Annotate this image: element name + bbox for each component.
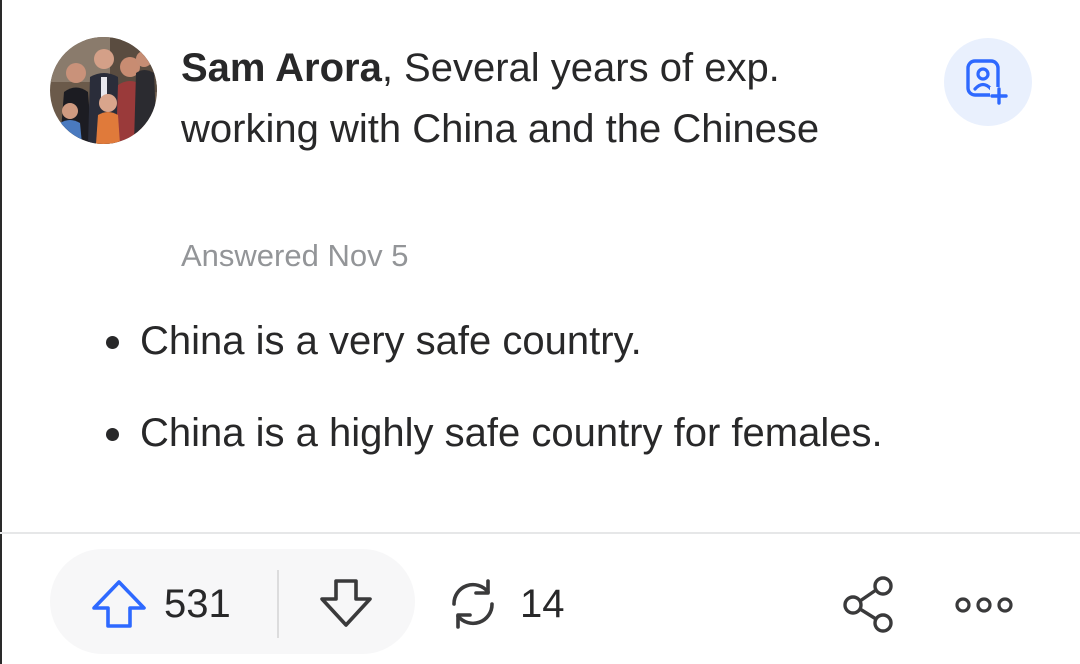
answer-date[interactable]: Answered Nov 5 [181, 238, 408, 274]
add-user-icon [966, 59, 1008, 105]
share-icon [843, 576, 893, 633]
reshare-count: 14 [520, 581, 565, 626]
downvote-button[interactable] [316, 575, 376, 635]
share-button[interactable] [840, 574, 898, 634]
answer-body: China is a very safe country. China is a… [96, 310, 1036, 464]
reshare-icon [452, 579, 494, 629]
bullet-text: China is a very safe country. [140, 319, 642, 363]
author-credential-line: Sam Arora, Several years of exp. working… [181, 38, 901, 160]
upvote-button[interactable]: 531 [88, 572, 260, 636]
action-bar-divider [0, 532, 1080, 534]
upvote-arrow-icon [92, 580, 146, 628]
avatar[interactable] [50, 37, 157, 144]
more-options-icon [955, 597, 1013, 613]
downvote-arrow-icon [320, 579, 372, 627]
bullet-dot [106, 428, 119, 441]
list-item: China is a very safe country. [96, 310, 1036, 372]
bullet-text: China is a highly safe country for femal… [140, 411, 883, 455]
author-name[interactable]: Sam Arora [181, 46, 382, 90]
family-photo-avatar-icon [50, 37, 157, 144]
reshare-button[interactable]: 14 [442, 572, 582, 636]
vote-separator [277, 570, 279, 638]
left-border [0, 0, 2, 664]
answer-card: Sam Arora, Several years of exp. working… [0, 0, 1080, 664]
follow-button[interactable] [944, 38, 1032, 126]
more-options-button[interactable] [950, 588, 1018, 622]
bullet-dot [106, 336, 119, 349]
upvote-count: 531 [164, 581, 231, 626]
list-item: China is a highly safe country for femal… [96, 402, 1036, 464]
